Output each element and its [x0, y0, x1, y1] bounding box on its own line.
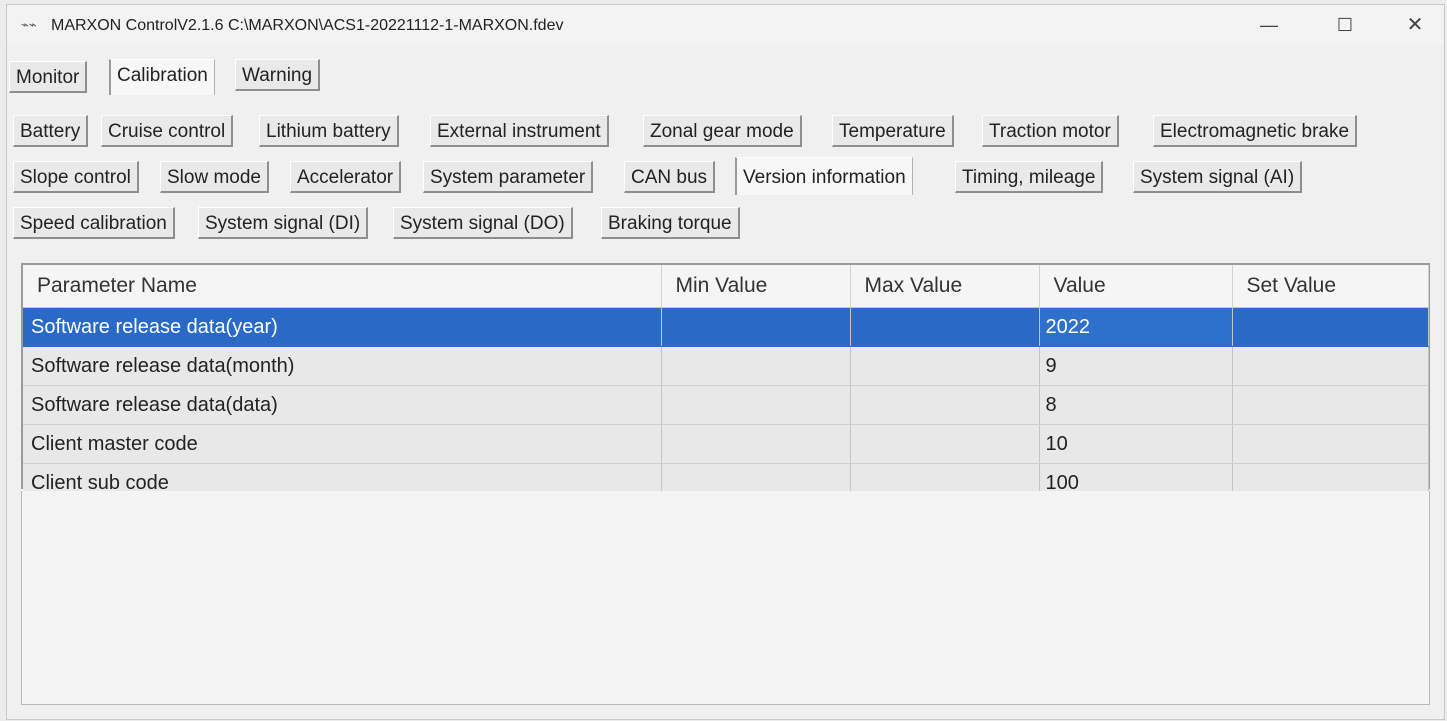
- cell-max-value[interactable]: [850, 385, 1040, 425]
- tab-version-information[interactable]: Version information: [735, 157, 913, 195]
- grid-header-row: Parameter Name Min Value Max Value Value…: [23, 265, 1429, 308]
- tab-external-instrument[interactable]: External instrument: [430, 115, 609, 147]
- cell-min-value[interactable]: [661, 346, 851, 386]
- tab-temperature[interactable]: Temperature: [832, 115, 954, 147]
- cell-value[interactable]: 10: [1039, 424, 1233, 464]
- cell-set-value[interactable]: [1232, 424, 1429, 464]
- cell-set-value[interactable]: [1232, 385, 1429, 425]
- table-row[interactable]: Client master code 10: [23, 424, 1429, 464]
- cell-parameter-name[interactable]: Software release data(year): [23, 307, 662, 347]
- cell-value[interactable]: 8: [1039, 385, 1233, 425]
- cell-max-value[interactable]: [850, 424, 1040, 464]
- title-bar: ⌁⌁ MARXON ControlV2.1.6 C:\MARXON\ACS1-2…: [7, 5, 1444, 45]
- tab-speed-calibration[interactable]: Speed calibration: [13, 207, 175, 239]
- cell-max-value[interactable]: [850, 346, 1040, 386]
- window-title: MARXON ControlV2.1.6 C:\MARXON\ACS1-2022…: [51, 17, 564, 34]
- cell-min-value[interactable]: [661, 307, 851, 347]
- tab-calibration[interactable]: Calibration: [109, 59, 215, 95]
- tab-can-bus[interactable]: CAN bus: [624, 161, 716, 193]
- app-icon: ⌁⌁: [21, 17, 37, 32]
- maximize-button[interactable]: ☐: [1325, 11, 1365, 39]
- close-button[interactable]: ✕: [1395, 11, 1435, 39]
- tab-system-signal-di[interactable]: System signal (DI): [198, 207, 369, 239]
- cell-parameter-name[interactable]: Software release data(month): [23, 346, 662, 386]
- tab-slow-mode[interactable]: Slow mode: [160, 161, 269, 193]
- minimize-button[interactable]: —: [1249, 11, 1289, 39]
- cell-set-value[interactable]: [1232, 346, 1429, 386]
- cell-value[interactable]: 2022: [1039, 307, 1233, 347]
- app-window: ⌁⌁ MARXON ControlV2.1.6 C:\MARXON\ACS1-2…: [6, 4, 1445, 720]
- tab-cruise-control[interactable]: Cruise control: [101, 115, 234, 147]
- tab-traction-motor[interactable]: Traction motor: [982, 115, 1119, 147]
- tab-lithium-battery[interactable]: Lithium battery: [259, 115, 399, 147]
- cell-parameter-name[interactable]: Client master code: [23, 424, 662, 464]
- cell-min-value[interactable]: [661, 424, 851, 464]
- column-header-max-value[interactable]: Max Value: [850, 265, 1040, 308]
- tab-system-parameter[interactable]: System parameter: [423, 161, 594, 193]
- table-row[interactable]: Software release data(year) 2022: [23, 307, 1429, 347]
- tab-warning[interactable]: Warning: [235, 59, 321, 91]
- cell-set-value[interactable]: [1232, 307, 1429, 347]
- tab-system-signal-do[interactable]: System signal (DO): [393, 207, 573, 239]
- table-row[interactable]: Software release data(month) 9: [23, 346, 1429, 386]
- column-header-set-value[interactable]: Set Value: [1232, 265, 1429, 308]
- tab-monitor[interactable]: Monitor: [9, 61, 88, 93]
- cell-parameter-name[interactable]: Software release data(data): [23, 385, 662, 425]
- tab-slope-control[interactable]: Slope control: [13, 161, 139, 193]
- tab-accelerator[interactable]: Accelerator: [290, 161, 402, 193]
- grid-empty-area: [21, 491, 1430, 705]
- tab-electromagnetic-brake[interactable]: Electromagnetic brake: [1153, 115, 1358, 147]
- tab-braking-torque[interactable]: Braking torque: [601, 207, 740, 239]
- tab-timing-mileage[interactable]: Timing, mileage: [955, 161, 1104, 193]
- parameter-grid: Parameter Name Min Value Max Value Value…: [21, 263, 1430, 503]
- column-header-value[interactable]: Value: [1039, 265, 1233, 308]
- table-row[interactable]: Software release data(data) 8: [23, 385, 1429, 425]
- cell-max-value[interactable]: [850, 307, 1040, 347]
- tab-system-signal-ai[interactable]: System signal (AI): [1133, 161, 1303, 193]
- tab-zonal-gear-mode[interactable]: Zonal gear mode: [643, 115, 802, 147]
- cell-min-value[interactable]: [661, 385, 851, 425]
- cell-value[interactable]: 9: [1039, 346, 1233, 386]
- column-header-min-value[interactable]: Min Value: [661, 265, 851, 308]
- column-header-parameter-name[interactable]: Parameter Name: [23, 265, 662, 308]
- tab-battery[interactable]: Battery: [13, 115, 89, 147]
